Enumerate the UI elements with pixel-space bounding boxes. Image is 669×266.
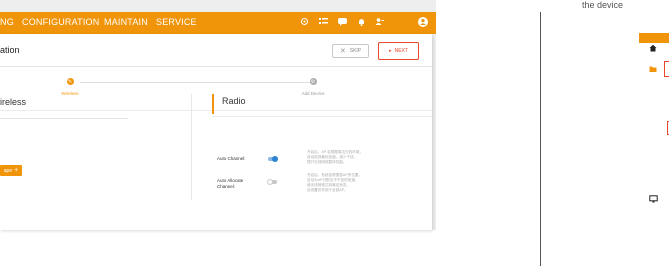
radio-divider bbox=[212, 116, 432, 117]
step-label-wireless: Wireless bbox=[61, 91, 79, 96]
wireless-divider bbox=[0, 118, 128, 119]
settings-icon: ⚙ bbox=[309, 78, 317, 85]
nav-item-monitoring[interactable]: NG bbox=[0, 17, 14, 27]
auto-allocate-note: 开启后，系统会根据各AP的位置， 自动为AP分配互不干扰的信道， 使无线网络达到… bbox=[307, 173, 363, 192]
wireless-title: ireless bbox=[0, 97, 27, 107]
edit-icon: ✎ bbox=[66, 78, 74, 85]
page-title: ation bbox=[0, 45, 20, 55]
app-window: NG CONFIGURATION MAINTAIN SERVICE ation … bbox=[0, 0, 436, 230]
user-icon[interactable] bbox=[374, 16, 385, 29]
add-ssid-button[interactable]: ape + bbox=[0, 165, 22, 176]
home-icon[interactable] bbox=[649, 44, 657, 54]
monitor-icon[interactable] bbox=[649, 195, 658, 205]
auto-channel-label: Auto Channel: bbox=[217, 156, 246, 161]
folder-icon[interactable] bbox=[649, 65, 657, 75]
right-top-bar bbox=[639, 33, 669, 43]
bell-icon[interactable] bbox=[356, 16, 367, 29]
arrow-right-icon: ▸ bbox=[389, 48, 392, 54]
step-wireless[interactable]: ✎ Wireless bbox=[55, 78, 85, 96]
nav-item-service[interactable]: SERVICE bbox=[156, 17, 197, 27]
plus-icon: + bbox=[14, 167, 19, 174]
toggle-knob bbox=[272, 156, 278, 162]
account-icon[interactable] bbox=[417, 16, 429, 30]
step-add-device[interactable]: ⚙ Add Device bbox=[298, 78, 328, 96]
next-button[interactable]: ▸ NEXT bbox=[378, 42, 419, 60]
auto-channel-note: 开启后，AP 会根据周边无线环境， 自动选择最优信道，减少干扰， 提升无线网络整… bbox=[307, 150, 364, 164]
network-icon[interactable] bbox=[299, 16, 310, 29]
header-divider bbox=[0, 66, 432, 67]
right-top-text: the device bbox=[582, 0, 624, 10]
nav-item-configuration[interactable]: CONFIGURATION bbox=[22, 17, 99, 27]
skip-label: SKIP bbox=[349, 48, 362, 54]
chat-icon[interactable] bbox=[337, 16, 348, 29]
step-label-add-device: Add Device bbox=[301, 91, 325, 96]
step-connector bbox=[80, 82, 313, 83]
skip-button[interactable]: ✕ SKIP bbox=[332, 44, 369, 58]
add-label: ape bbox=[3, 167, 13, 174]
highlight-box bbox=[664, 61, 669, 77]
column-divider bbox=[191, 94, 192, 200]
nav-item-maintain[interactable]: MAINTAIN bbox=[104, 17, 148, 27]
next-label: NEXT bbox=[394, 48, 408, 54]
panel-divider-line bbox=[540, 12, 541, 266]
close-icon: ✕ bbox=[339, 48, 346, 55]
step-divider bbox=[0, 110, 432, 111]
toggle-knob bbox=[267, 179, 273, 185]
auto-allocate-label-2: Channel: bbox=[217, 184, 236, 189]
radio-accent-bar bbox=[212, 94, 214, 114]
wizard-card: ation ✕ SKIP ▸ NEXT ✎ Wireless ⚙ Add Dev… bbox=[0, 34, 432, 230]
auto-channel-toggle[interactable] bbox=[268, 156, 278, 162]
list-icon[interactable] bbox=[318, 16, 329, 29]
radio-title: Radio bbox=[222, 96, 246, 106]
auto-allocate-toggle[interactable] bbox=[267, 179, 277, 185]
